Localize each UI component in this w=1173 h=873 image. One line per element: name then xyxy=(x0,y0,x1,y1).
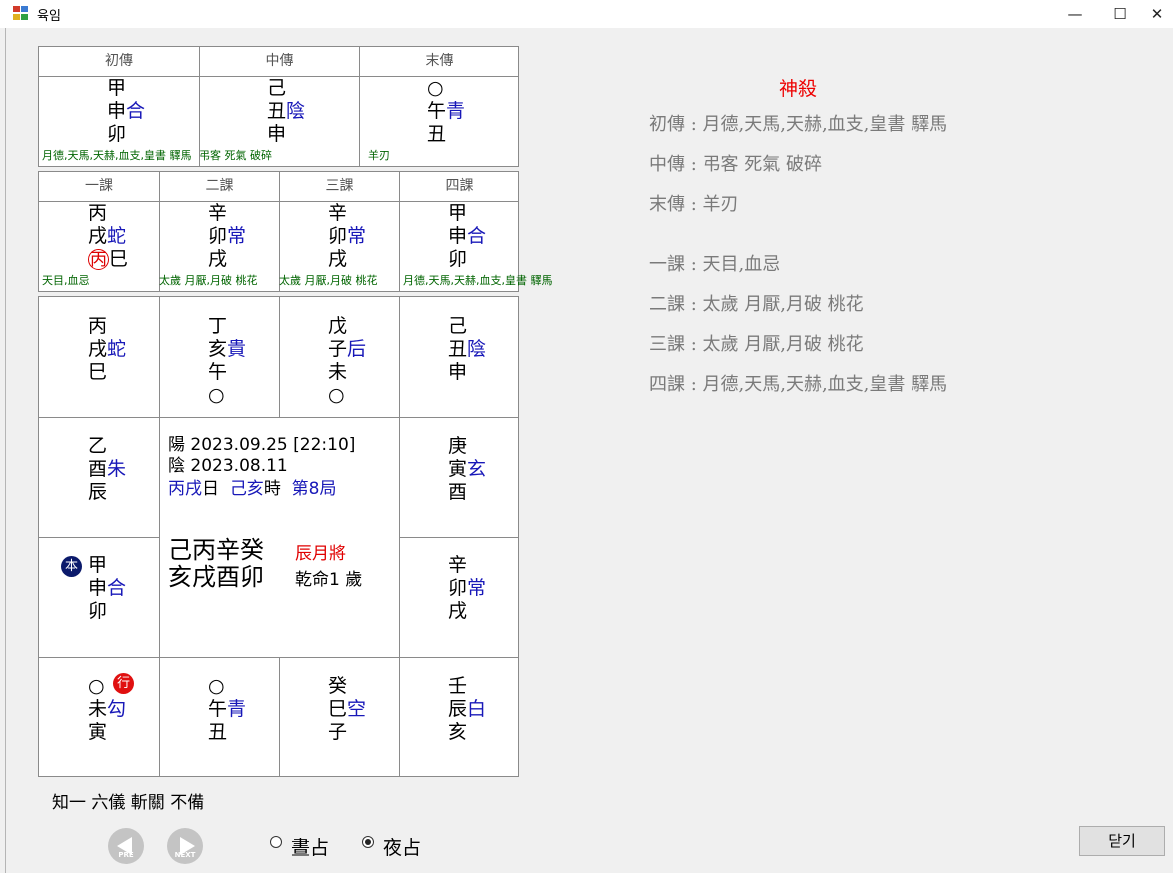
palace-yin: ○ 未勾 寅 xyxy=(88,675,127,743)
palace-chou: ○ 午青 丑 xyxy=(208,675,247,743)
app-icon xyxy=(13,6,29,21)
minimize-button[interactable]: — xyxy=(1052,0,1098,28)
chuan-cell-3: ○ 午青 丑 xyxy=(427,77,466,145)
palace-wu: 丁 亥貴 午 ○ xyxy=(208,315,247,406)
palace-zi: 癸 巳空 子 xyxy=(328,675,367,743)
day-divination-radio[interactable] xyxy=(270,836,282,848)
four-pillars: 己丙辛癸 亥戌酉卯 xyxy=(168,536,264,591)
sike-panel: 一課 二課 三課 四課 丙 戌蛇 丙巳 辛 卯常 戌 辛 卯常 戌 甲 申合 卯… xyxy=(38,171,552,292)
shinsal-line: 初傳 : 月德,天馬,天赫,血支,皇書 驛馬 xyxy=(649,114,948,135)
ke-shensha-3: 太歲 月厭,月破 桃花 xyxy=(279,274,378,287)
ke-shensha-4: 月德,天馬,天赫,血支,皇書 驛馬 xyxy=(403,274,553,287)
night-divination-radio[interactable] xyxy=(362,836,374,848)
ke-cell-1: 丙 戌蛇 丙巳 xyxy=(88,202,129,270)
lesson-summary: 知一 六儀 斬關 不備 xyxy=(52,793,205,813)
sanchuan-panel: 初傳 中傳 末傳 甲 申合 卯 己 丑陰 申 ○ 午青 丑 月德,天馬,天赫,血… xyxy=(38,46,519,167)
header-mochuan: 末傳 xyxy=(425,53,454,69)
palace-xu: 辛 卯常 戌 xyxy=(448,554,487,622)
chuan-cell-1: 甲 申合 卯 xyxy=(107,77,146,145)
ke-cell-2: 辛 卯常 戌 xyxy=(208,202,247,270)
header-ke-4: 四課 xyxy=(445,178,474,194)
palace-mao: 甲 申合 卯 xyxy=(88,554,127,622)
chuan-cell-2: 己 丑陰 申 xyxy=(267,77,306,145)
palace-wei: 戊 子后 未 ○ xyxy=(328,315,367,406)
ke-shensha-2: 太歲 月厭,月破 桃花 xyxy=(159,274,258,287)
highlighted-stem: 丙 xyxy=(88,249,109,270)
ming-age: 乾命1 歲 xyxy=(295,570,363,590)
shinsal-line: 二課 : 太歲 月厭,月破 桃花 xyxy=(649,294,864,315)
shinsal-title: 神殺 xyxy=(779,78,818,100)
shinsal-line: 末傳 : 羊刃 xyxy=(649,194,739,215)
header-ke-1: 一課 xyxy=(85,178,113,194)
header-ke-3: 三課 xyxy=(325,178,354,194)
day-hour-ju: 丙戌日 己亥時 第8局 xyxy=(168,479,337,499)
night-divination-label[interactable]: 夜占 xyxy=(383,833,421,860)
header-chuchuan: 初傳 xyxy=(105,53,133,69)
shinsal-line: 三課 : 太歲 月厭,月破 桃花 xyxy=(649,334,864,355)
ke-cell-4: 甲 申合 卯 xyxy=(448,202,487,270)
ke-cell-3: 辛 卯常 戌 xyxy=(328,202,367,270)
window-title: 육임 xyxy=(37,9,61,24)
palace-chen: 乙 酉朱 辰 xyxy=(88,435,127,503)
ke-shensha-1: 天目,血忌 xyxy=(42,274,90,287)
palace-si: 丙 戌蛇 巳 xyxy=(88,315,127,383)
chuan-shensha-3: 羊刃 xyxy=(368,149,390,162)
shinsal-line: 中傳 : 弔客 死氣 破碎 xyxy=(649,154,822,175)
title-bar: 육임 — ☐ ✕ xyxy=(0,0,1173,28)
palace-hai: 壬 辰白 亥 xyxy=(448,675,487,743)
window-edge xyxy=(5,28,6,873)
header-ke-2: 二課 xyxy=(205,178,234,194)
header-zhongchuan: 中傳 xyxy=(265,53,294,69)
tiandi-board: 丙 戌蛇 巳 丁 亥貴 午 ○ 戊 子后 未 ○ 己 丑陰 申 乙 酉朱 辰 庚… xyxy=(38,296,519,777)
chuan-shensha-1: 月德,天馬,天赫,血支,皇書 驛馬 xyxy=(42,149,192,162)
palace-shen: 己 丑陰 申 xyxy=(448,315,487,383)
shinsal-line: 四課 : 月德,天馬,天赫,血支,皇書 驛馬 xyxy=(649,374,948,395)
close-button[interactable]: 닫기 xyxy=(1079,826,1165,856)
shinsal-line: 一課 : 天目,血忌 xyxy=(649,254,781,275)
ben-ming-badge: 本 xyxy=(61,556,82,577)
next-button[interactable]: NEXT xyxy=(167,828,203,864)
lunar-date: 陰 2023.08.11 xyxy=(168,456,288,476)
prev-button[interactable]: PRE xyxy=(108,828,144,864)
palace-you: 庚 寅玄 酉 xyxy=(448,435,487,503)
yue-jiang: 辰月將 xyxy=(295,544,346,564)
chuan-shensha-2: 弔客 死氣 破碎 xyxy=(199,149,272,162)
close-window-button[interactable]: ✕ xyxy=(1134,0,1173,28)
day-divination-label[interactable]: 晝占 xyxy=(291,833,329,860)
